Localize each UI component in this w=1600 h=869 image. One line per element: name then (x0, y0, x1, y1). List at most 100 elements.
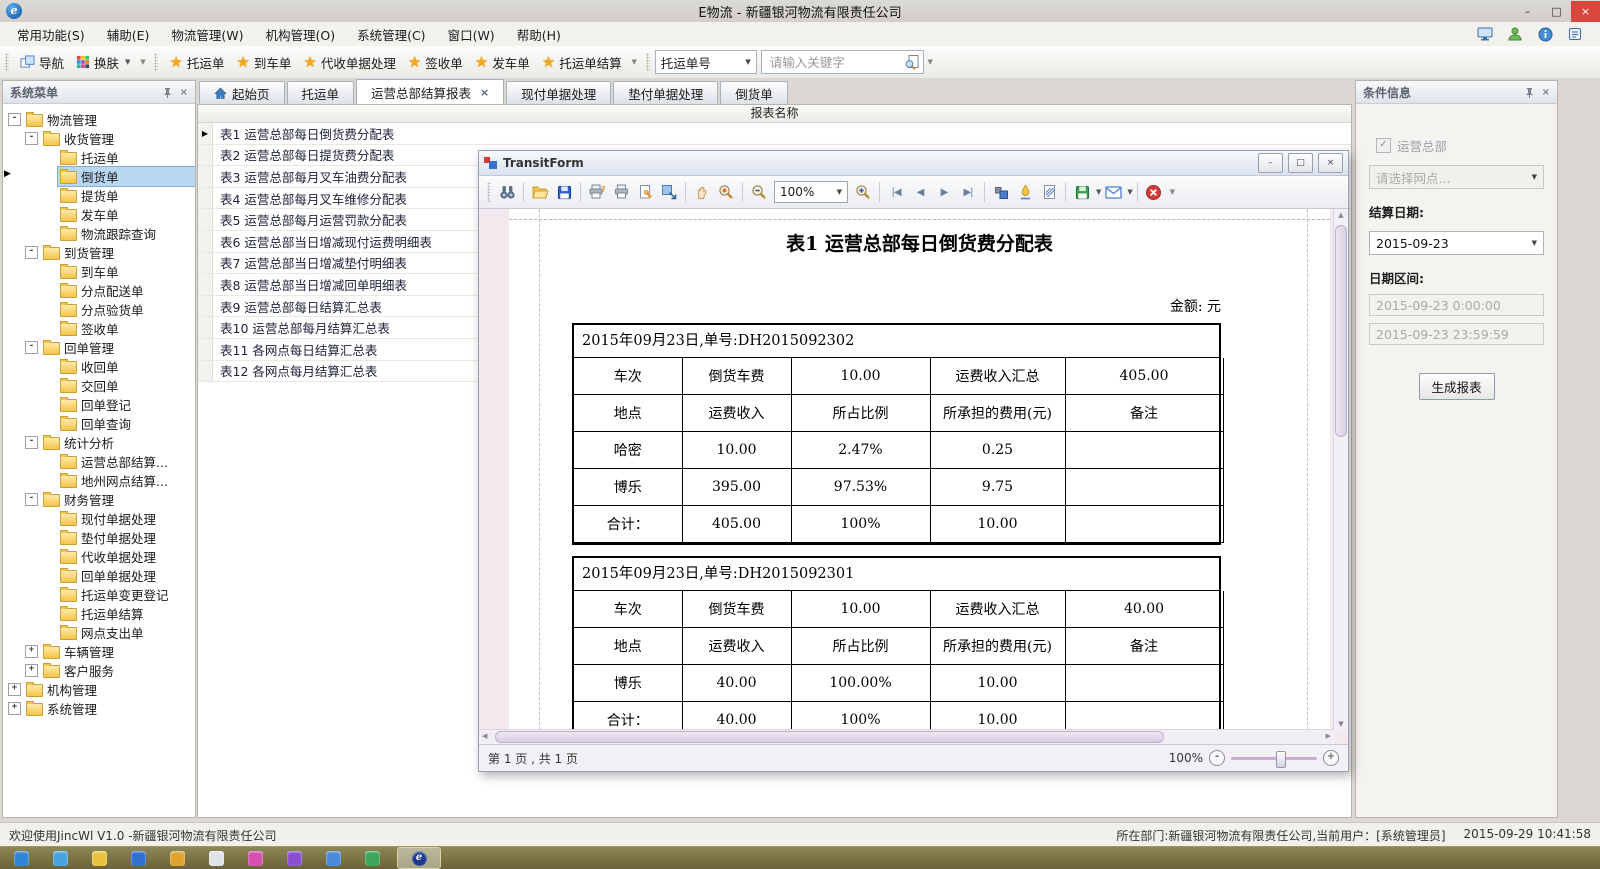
tree-expander-icon[interactable]: - (8, 113, 21, 126)
search-input[interactable] (768, 54, 904, 71)
tree-item[interactable]: 回单查询 (3, 414, 195, 433)
hand-pan-icon[interactable] (690, 180, 714, 204)
tree-item[interactable]: - 财务管理 (3, 490, 195, 509)
maximize-button[interactable]: □ (1542, 1, 1571, 22)
tree-item[interactable]: 发车单 (3, 205, 195, 224)
tree-item[interactable]: - 到货管理 (3, 243, 195, 262)
tree-expander-icon[interactable]: - (25, 493, 38, 506)
user-icon[interactable] (1506, 26, 1524, 42)
edit-page-icon[interactable] (1037, 180, 1061, 204)
document-tab[interactable]: 托运单 × (287, 81, 355, 104)
favorite-button[interactable]: ★ 到车单 (230, 50, 297, 75)
favorite-button[interactable]: ★ 代收单据处理 (297, 50, 401, 75)
site-select-combo[interactable]: 请选择网点... ▼ (1369, 165, 1544, 189)
report-row[interactable]: ▶ 表1 运营总部每日倒货费分配表 (198, 123, 1351, 145)
menu-item[interactable]: 辅助(E) (96, 22, 161, 46)
favorite-button[interactable]: ★ 签收单 (402, 50, 469, 75)
range-end-field[interactable]: 2015-09-23 23:59:59 (1369, 323, 1544, 345)
close-icon[interactable]: × (1542, 87, 1550, 98)
skin-button[interactable]: 换肤 ▼ (70, 50, 136, 75)
search-icon[interactable] (904, 54, 920, 70)
scroll-left-icon[interactable]: ◀ (482, 732, 487, 740)
save-icon[interactable] (552, 180, 576, 204)
tree-item[interactable]: 垫付单据处理 (3, 528, 195, 547)
tree-item[interactable]: 交回单 (3, 376, 195, 395)
next-page-icon[interactable]: ▶ (932, 180, 956, 204)
zoom-slider-thumb[interactable] (1276, 751, 1286, 768)
favorite-button[interactable]: ★ 发车单 (469, 50, 536, 75)
zoom-slider[interactable] (1231, 757, 1317, 760)
transit-titlebar[interactable]: TransitForm – □ × (479, 151, 1348, 176)
pin-icon[interactable] (163, 87, 172, 98)
menu-item[interactable]: 系统管理(C) (346, 22, 436, 46)
navigation-button[interactable]: 导航 (14, 50, 70, 75)
chevron-down-icon[interactable]: ▼ (1127, 188, 1132, 196)
taskbar-item[interactable]: e (398, 848, 440, 868)
tree-item[interactable]: 代收单据处理 (3, 547, 195, 566)
tab-close-icon[interactable]: × (480, 86, 489, 99)
zoom-out-icon[interactable] (747, 180, 771, 204)
taskbar-item[interactable] (242, 848, 268, 868)
close-button[interactable]: × (1571, 1, 1600, 22)
transit-maximize-button[interactable]: □ (1288, 153, 1313, 173)
document-tab[interactable]: 倒货单 × (720, 81, 788, 104)
tree-item[interactable]: 托运单 (3, 148, 195, 167)
tree-item[interactable]: 托运单结算 (3, 604, 195, 623)
vertical-scrollbar[interactable]: ▲ ▼ (1333, 209, 1348, 730)
open-icon[interactable] (528, 180, 552, 204)
settle-date-combo[interactable]: 2015-09-23 ▼ (1369, 231, 1544, 255)
close-preview-icon[interactable] (1142, 180, 1166, 204)
tree-expander-icon[interactable]: + (25, 645, 38, 658)
menu-item[interactable]: 窗口(W) (437, 22, 506, 46)
document-tab[interactable]: 起始页 × (199, 81, 285, 104)
document-tab[interactable]: 现付单据处理 × (506, 81, 611, 104)
desktop-icon[interactable] (1476, 26, 1494, 42)
toolbar-overflow-button[interactable]: ▼ (136, 50, 149, 74)
tree-item[interactable]: 分点验货单 (3, 300, 195, 319)
tree-item[interactable]: 到车单 (3, 262, 195, 281)
toolbar-grip[interactable] (154, 53, 158, 71)
menu-item[interactable]: 常用功能(S) (6, 22, 96, 46)
transit-close-button[interactable]: × (1318, 153, 1343, 173)
toolbar-overflow-button[interactable]: ▼ (924, 50, 937, 74)
taskbar-item[interactable] (164, 848, 190, 868)
tree-expander-icon[interactable]: + (25, 664, 38, 677)
toolbar-grip[interactable] (646, 53, 650, 71)
first-page-icon[interactable]: |◀ (884, 180, 908, 204)
search-type-combo[interactable]: 托运单号 ▼ (655, 50, 757, 74)
tree-item[interactable]: 回单登记 (3, 395, 195, 414)
print-icon[interactable] (609, 180, 633, 204)
taskbar-item[interactable] (47, 848, 73, 868)
close-icon[interactable]: × (180, 87, 188, 98)
zoom-level-combo[interactable]: 100% ▼ (774, 181, 848, 203)
document-tab[interactable]: 运营总部结算报表 × (356, 79, 504, 104)
tree-expander-icon[interactable]: + (8, 702, 21, 715)
tree-item[interactable]: 地州网点结算... (3, 471, 195, 490)
page-setup-icon[interactable] (633, 180, 657, 204)
minimize-button[interactable]: – (1513, 1, 1542, 22)
email-icon[interactable] (1101, 180, 1125, 204)
scroll-up-icon[interactable]: ▲ (1334, 211, 1348, 219)
taskbar-item[interactable] (281, 848, 307, 868)
export-icon[interactable] (1070, 180, 1094, 204)
tree-item[interactable]: 现付单据处理 (3, 509, 195, 528)
tree-expander-icon[interactable]: - (25, 246, 38, 259)
tree-item[interactable]: + 系统管理 (3, 699, 195, 718)
watermark-icon[interactable] (1013, 180, 1037, 204)
taskbar-item[interactable] (86, 848, 112, 868)
favorite-button[interactable]: ★ 托运单结算 (536, 50, 628, 75)
zoom-in-icon[interactable] (851, 180, 875, 204)
zoom-out-button[interactable]: - (1209, 750, 1225, 766)
tree-item[interactable]: - 回单管理 (3, 338, 195, 357)
menu-item[interactable]: 机构管理(O) (254, 22, 346, 46)
tree-item[interactable]: - 物流管理 (3, 110, 195, 129)
horizontal-scroll-thumb[interactable] (495, 731, 1164, 743)
scale-icon[interactable] (657, 180, 681, 204)
tree-item[interactable]: + 机构管理 (3, 680, 195, 699)
horizontal-scrollbar[interactable]: ◀ ▶ (479, 729, 1334, 744)
generate-report-button[interactable]: 生成报表 (1419, 373, 1495, 400)
taskbar-item[interactable] (320, 848, 346, 868)
taskbar-item[interactable] (125, 848, 151, 868)
tree-item[interactable]: 物流跟踪查询 (3, 224, 195, 243)
prev-page-icon[interactable]: ◀ (908, 180, 932, 204)
